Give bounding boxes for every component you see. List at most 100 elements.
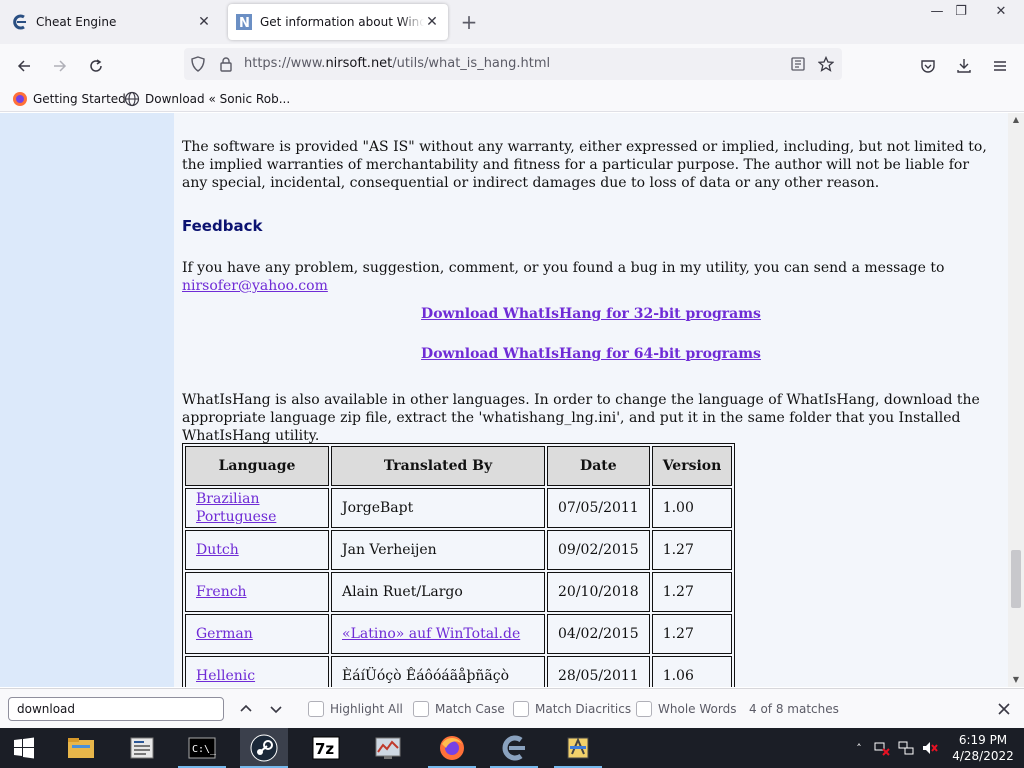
scroll-up-arrow-icon[interactable]: ▲	[1008, 113, 1024, 127]
feedback-email-link[interactable]: nirsofer@yahoo.com	[182, 278, 328, 294]
network-connections-icon[interactable]	[898, 740, 914, 756]
cell-translated-by: JorgeBapt	[331, 488, 545, 528]
forward-icon[interactable]	[46, 52, 74, 80]
translator-name: JorgeBapt	[342, 500, 414, 516]
find-next-icon[interactable]	[264, 697, 288, 721]
server-manager-icon[interactable]	[118, 728, 166, 768]
tab-cheat-engine[interactable]: Cheat Engine ✕	[4, 4, 220, 40]
globe-icon	[124, 91, 140, 107]
tab-title: Cheat Engine	[36, 15, 117, 29]
bookmark-star-icon[interactable]	[818, 56, 834, 72]
bookmark-sonic-robo[interactable]: Download « Sonic Rob...	[124, 90, 290, 108]
svg-text:N: N	[239, 16, 250, 30]
network-icon[interactable]	[874, 740, 890, 756]
download-32bit-link[interactable]: Download WhatIsHang for 32-bit programs	[174, 305, 1008, 323]
language-zip-link[interactable]: Hellenic	[196, 668, 255, 684]
checkbox-icon	[513, 701, 529, 717]
download-64bit-link[interactable]: Download WhatIsHang for 64-bit programs	[174, 345, 1008, 363]
windows-start-icon[interactable]	[0, 728, 48, 768]
tracking-protection-shield-icon[interactable]	[190, 56, 206, 72]
cell-date: 09/02/2015	[547, 530, 650, 570]
find-input[interactable]	[8, 697, 224, 721]
scrollbar-thumb[interactable]	[1011, 550, 1021, 608]
back-icon[interactable]	[10, 52, 38, 80]
firefox-icon	[12, 91, 28, 107]
match-diacritics-checkbox[interactable]: Match Diacritics	[513, 701, 631, 717]
highlight-all-checkbox[interactable]: Highlight All	[308, 701, 403, 717]
7zip-icon[interactable]: 7z	[302, 728, 350, 768]
menu-hamburger-icon[interactable]	[986, 52, 1014, 80]
system-clock[interactable]: 6:19 PM 4/28/2022	[948, 732, 1018, 764]
tab-strip: Cheat Engine ✕ N Get information about W…	[0, 0, 1024, 44]
language-zip-link[interactable]: Dutch	[196, 542, 239, 558]
clock-time: 6:19 PM	[958, 733, 1008, 747]
close-tab-icon[interactable]: ✕	[424, 14, 440, 30]
new-tab-icon[interactable]: +	[458, 12, 480, 34]
restore-icon[interactable]: ❐	[946, 0, 976, 22]
svg-text:7z: 7z	[315, 740, 334, 758]
tab-title: Get information about Windows hang	[260, 15, 424, 29]
cell-version: 1.00	[651, 488, 733, 528]
reload-icon[interactable]	[82, 52, 110, 80]
column-header-version: Version	[651, 446, 733, 486]
command-prompt-icon[interactable]: C:\_	[178, 728, 226, 768]
clock-date: 4/28/2022	[952, 749, 1014, 763]
column-header-translated-by: Translated By	[331, 446, 545, 486]
close-tab-icon[interactable]: ✕	[196, 14, 212, 30]
disclaimer-paragraph: The software is provided "AS IS" without…	[182, 139, 987, 191]
reader-view-icon[interactable]	[790, 56, 806, 72]
whole-words-checkbox[interactable]: Whole Words	[636, 701, 736, 717]
address-bar[interactable]: https://www.nirsoft.net/utils/what_is_ha…	[184, 48, 842, 80]
cell-language: Hellenic	[185, 656, 329, 687]
language-zip-link[interactable]: Brazilian Portuguese	[196, 491, 276, 525]
volume-muted-icon[interactable]	[922, 740, 938, 756]
table-row: Dutch Jan Verheijen 09/02/2015 1.27	[185, 530, 733, 570]
cell-language: Dutch	[185, 530, 329, 570]
downloads-icon[interactable]	[950, 52, 978, 80]
cell-language: German	[185, 614, 329, 654]
windows-taskbar: C:\_ 7z ˄ 6:19 PM 4/28/2022	[0, 728, 1024, 768]
match-case-checkbox[interactable]: Match Case	[413, 701, 505, 717]
firefox-icon[interactable]	[428, 728, 476, 768]
main-article: The software is provided "AS IS" without…	[174, 113, 1008, 687]
steam-icon[interactable]	[240, 728, 288, 768]
close-find-bar-icon[interactable]	[994, 699, 1014, 719]
show-hidden-icons-icon[interactable]: ˄	[851, 740, 867, 756]
find-previous-icon[interactable]	[234, 697, 258, 721]
language-zip-link[interactable]: German	[196, 626, 253, 642]
nirsoft-icon: N	[236, 14, 252, 30]
table-row: Brazilian Portuguese JorgeBapt 07/05/2011 1…	[185, 488, 733, 528]
translator-name: Alain Ruet/Largo	[342, 584, 463, 600]
performance-monitor-icon[interactable]	[364, 728, 412, 768]
bookmark-getting-started[interactable]: Getting Started	[12, 90, 126, 108]
scroll-down-arrow-icon[interactable]: ▼	[1008, 673, 1024, 687]
close-window-icon[interactable]: ✕	[986, 0, 1016, 22]
column-header-date: Date	[547, 446, 650, 486]
tab-whatishang[interactable]: N Get information about Windows hang ✕	[228, 4, 448, 40]
cheat-engine-icon[interactable]	[490, 728, 538, 768]
app-icon[interactable]	[554, 728, 602, 768]
languages-paragraph: WhatIsHang is also available in other la…	[182, 392, 980, 444]
cell-translated-by: Jan Verheijen	[331, 530, 545, 570]
table-row: German «Latino» auf WinTotal.de 04/02/2015…	[185, 614, 733, 654]
checkbox-icon	[308, 701, 324, 717]
cell-date: 28/05/2011	[547, 656, 650, 687]
lock-icon[interactable]	[218, 56, 234, 72]
cell-date: 20/10/2018	[547, 572, 650, 612]
navigation-toolbar: https://www.nirsoft.net/utils/what_is_ha…	[0, 44, 1024, 86]
table-row: French Alain Ruet/Largo 20/10/2018 1.27	[185, 572, 733, 612]
translator-link[interactable]: «Latino» auf WinTotal.de	[342, 626, 520, 642]
cell-version: 1.06	[651, 656, 733, 687]
cell-version: 1.27	[651, 572, 733, 612]
find-bar: Highlight All Match Case Match Diacritic…	[0, 688, 1024, 728]
table-row: Hellenic ÈáíÜóçò Êáôóáãåþñãçò 28/05/2011 1.…	[185, 656, 733, 687]
page-content: The software is provided "AS IS" without…	[0, 113, 1024, 687]
file-explorer-icon[interactable]	[57, 728, 105, 768]
cell-version: 1.27	[651, 530, 733, 570]
pocket-icon[interactable]	[914, 52, 942, 80]
cell-language: Brazilian Portuguese	[185, 488, 329, 528]
language-zip-link[interactable]: French	[196, 584, 247, 600]
svg-text:C:\_: C:\_	[192, 744, 216, 755]
url-text: https://www.nirsoft.net/utils/what_is_ha…	[244, 56, 551, 71]
vertical-scrollbar[interactable]: ▲ ▼	[1008, 113, 1024, 687]
